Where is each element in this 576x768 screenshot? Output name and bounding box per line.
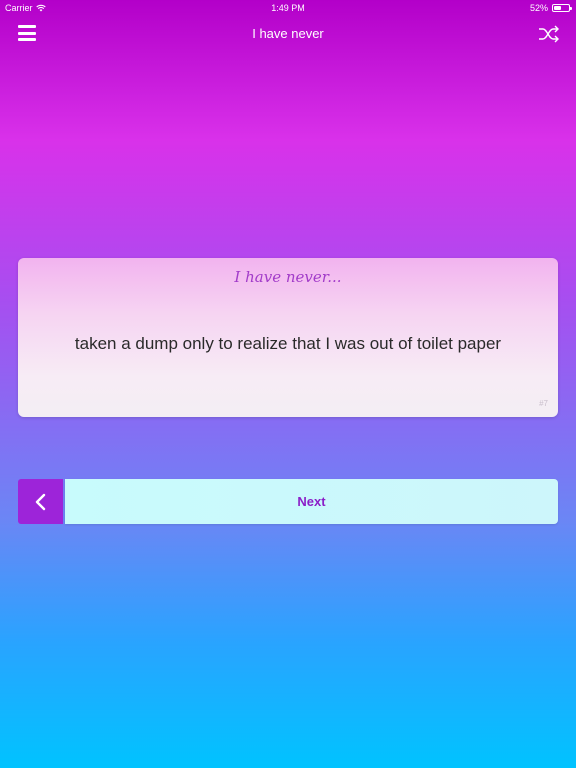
battery-icon bbox=[552, 4, 572, 12]
card-number: #7 bbox=[539, 399, 548, 408]
next-button[interactable]: Next bbox=[65, 479, 558, 524]
back-button[interactable] bbox=[18, 479, 63, 524]
status-right: 52% bbox=[529, 3, 572, 13]
status-time: 1:49 PM bbox=[271, 3, 305, 13]
battery-fill bbox=[554, 6, 562, 10]
shuffle-button[interactable] bbox=[538, 24, 560, 44]
card-controls: Next bbox=[18, 479, 558, 524]
battery-percent: 52% bbox=[529, 3, 548, 13]
chevron-left-icon bbox=[35, 493, 45, 510]
page-title: I have never bbox=[252, 26, 324, 41]
question-card: I have never... taken a dump only to rea… bbox=[18, 258, 558, 417]
status-bar: Carrier 1:49 PM 52% bbox=[0, 0, 576, 16]
card-heading: I have never... bbox=[234, 268, 342, 286]
shuffle-icon bbox=[539, 25, 559, 43]
navigation-bar: I have never bbox=[0, 16, 576, 52]
card-statement: taken a dump only to realize that I was … bbox=[74, 334, 502, 353]
